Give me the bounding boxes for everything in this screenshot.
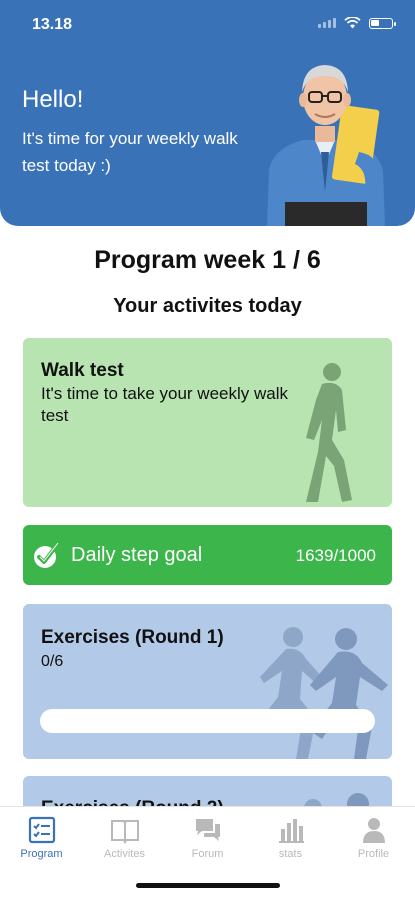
tab-program[interactable]: Program	[0, 815, 83, 860]
exercises-progress-text: 0/6	[41, 653, 64, 670]
bar-chart-icon	[278, 819, 304, 843]
step-goal-value: 1639/1000	[295, 546, 376, 565]
tab-label-forum: Forum	[191, 848, 224, 860]
tab-activites[interactable]: Activites	[83, 815, 166, 860]
tab-stats[interactable]: stats	[249, 815, 332, 860]
greeting-text: Hello!	[22, 86, 84, 113]
tab-profile[interactable]: Profile	[332, 815, 415, 860]
runners-illustration	[258, 627, 388, 759]
activities-heading: Your activites today	[113, 295, 302, 317]
home-indicator	[136, 883, 280, 888]
exercises-round-1-title: Exercises (Round 1)	[41, 627, 224, 648]
walking-person-illustration	[306, 363, 352, 502]
greeting-message: It's time for your weekly walk test toda…	[22, 129, 238, 175]
program-week-title: Program week 1 / 6	[94, 246, 321, 274]
tab-label-activites: Activites	[104, 848, 145, 860]
header-banner: 13.18 Hello! It's time for your weekly w…	[0, 0, 415, 226]
coach-avatar-illustration	[267, 65, 385, 226]
battery-icon	[369, 17, 396, 29]
walk-test-title: Walk test	[41, 360, 124, 381]
tab-label-stats: stats	[278, 848, 303, 860]
walk-test-card[interactable]: Walk test It's time to take your weekly …	[23, 338, 392, 507]
exercises-progress-bar	[40, 709, 375, 733]
daily-step-goal-card[interactable]: Daily step goal 1639/1000	[23, 525, 392, 585]
checkmark-icon	[34, 542, 59, 568]
walk-test-description: It's time to take your weekly walk test	[41, 384, 288, 425]
tab-forum[interactable]: Forum	[166, 815, 249, 860]
wifi-icon	[344, 17, 361, 29]
tab-label-profile: Profile	[357, 848, 390, 860]
signal-icon	[318, 18, 336, 28]
tab-label-program: Program	[20, 848, 63, 860]
chat-icon	[195, 819, 220, 841]
book-icon	[110, 820, 139, 845]
status-bar: 13.18	[0, 0, 415, 50]
step-goal-label: Daily step goal	[71, 544, 203, 566]
status-icons	[318, 17, 396, 29]
exercises-round-1-card[interactable]: Exercises (Round 1) 0/6	[23, 604, 392, 759]
status-time: 13.18	[32, 16, 73, 33]
person-icon	[362, 818, 385, 843]
clipboard-icon	[28, 816, 55, 844]
